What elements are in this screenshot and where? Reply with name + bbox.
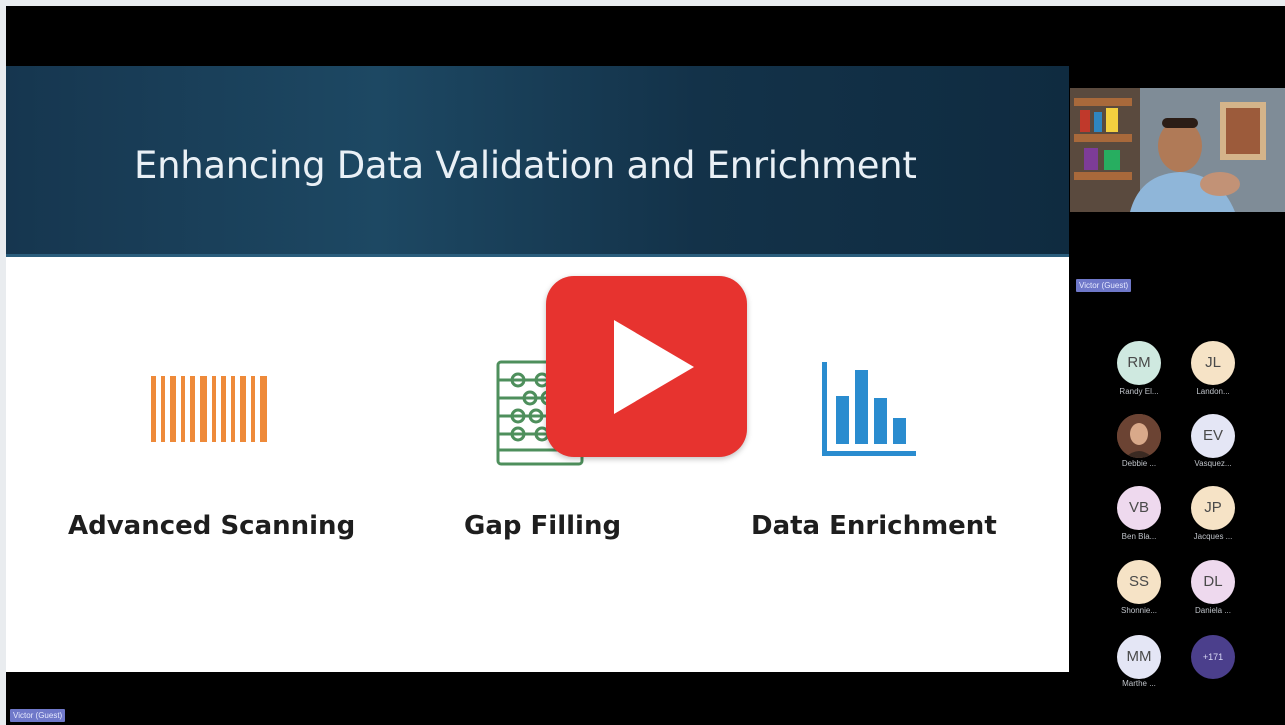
slide-title: Enhancing Data Validation and Enrichment xyxy=(134,144,917,187)
participant-avatar[interactable]: JL xyxy=(1191,341,1235,385)
more-participants-button[interactable]: +171 xyxy=(1191,635,1235,679)
feature-label-gap-filling: Gap Filling xyxy=(464,511,622,541)
shared-slide: Enhancing Data Validation and Enrichment xyxy=(6,66,1069,672)
presenter-video[interactable] xyxy=(1070,88,1285,212)
participant-avatar[interactable]: EV xyxy=(1191,414,1235,458)
participant-avatar[interactable]: DL xyxy=(1191,560,1235,604)
participant-name: Shonnie... xyxy=(1120,606,1158,615)
participant-name: Jacques ... xyxy=(1193,532,1233,541)
participant-name: Marthe ... xyxy=(1122,679,1156,688)
participant-avatar[interactable]: JP xyxy=(1191,486,1235,530)
participant-avatar[interactable]: MM xyxy=(1117,635,1161,679)
participant-name: Daniela ... xyxy=(1194,606,1232,615)
participant-name: Landon... xyxy=(1196,387,1230,396)
participant-name: Randy El... xyxy=(1119,387,1159,396)
play-button[interactable] xyxy=(546,276,747,457)
participant-avatar[interactable]: RM xyxy=(1117,341,1161,385)
participant-name: Vasquez... xyxy=(1194,459,1232,468)
bar-chart-icon xyxy=(822,362,916,456)
barcode-icon xyxy=(151,376,267,442)
presenter-name-tag: Victor (Guest) xyxy=(1076,279,1132,292)
participant-avatar[interactable]: VB xyxy=(1117,486,1161,530)
participant-avatar[interactable]: SS xyxy=(1117,560,1161,604)
participant-photo xyxy=(1117,414,1161,458)
presenter-video-feed xyxy=(1070,88,1285,212)
play-icon xyxy=(614,320,694,414)
feature-label-advanced-scanning: Advanced Scanning xyxy=(68,511,356,541)
feature-label-data-enrichment: Data Enrichment xyxy=(751,511,997,541)
self-name-tag: Victor (Guest) xyxy=(10,709,66,722)
participant-photo-avatar[interactable] xyxy=(1117,414,1161,458)
participant-name: Debbie ... xyxy=(1121,459,1157,468)
meeting-window: Enhancing Data Validation and Enrichment xyxy=(6,6,1285,725)
participant-name: Ben Bla... xyxy=(1121,532,1157,541)
slide-header: Enhancing Data Validation and Enrichment xyxy=(6,66,1069,257)
